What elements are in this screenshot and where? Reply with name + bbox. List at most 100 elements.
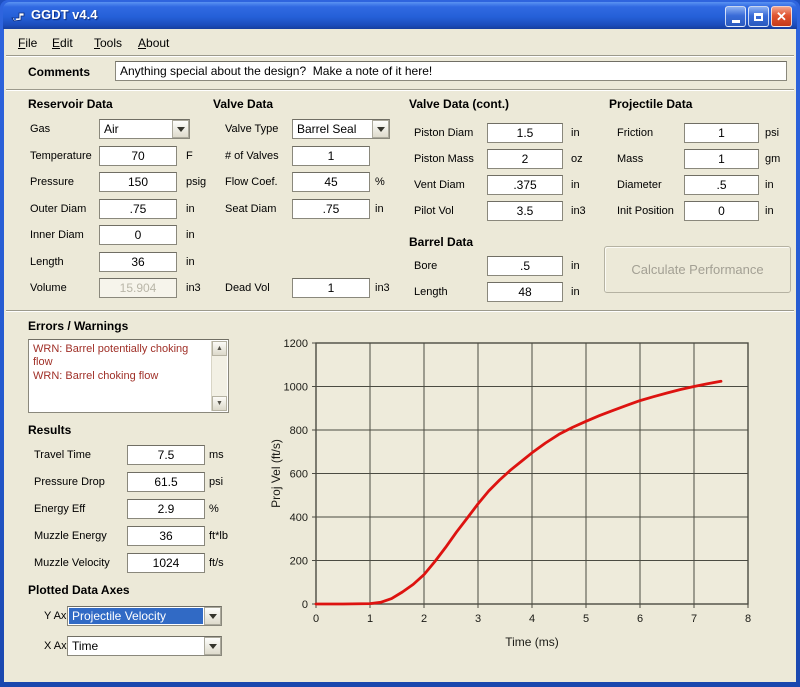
menu-item-file[interactable]: File: [14, 34, 41, 52]
valve-flow-coef-label: Flow Coef.: [225, 176, 278, 188]
reservoir-outer-diam-unit: in: [186, 203, 195, 215]
valve-dead-vol-field[interactable]: 1: [292, 278, 370, 298]
results-energy-eff-label: Energy Eff: [34, 503, 85, 515]
results-travel-time-label: Travel Time: [34, 449, 91, 461]
chart-x-tick-label: 4: [529, 613, 535, 625]
reservoir-gas-value: Air: [101, 121, 171, 137]
chart-x-tick-label: 6: [637, 613, 643, 625]
projectile-mass-field[interactable]: 1: [684, 149, 759, 169]
valve-dead-vol-label: Dead Vol: [225, 282, 270, 294]
title-bar[interactable]: GGDT v4.4 ✕: [3, 2, 797, 29]
menu-item-edit[interactable]: Edit: [48, 34, 77, 52]
results-pressure-drop-field[interactable]: 61.5: [127, 472, 205, 492]
chart-x-tick-label: 5: [583, 613, 589, 625]
reservoir-volume-field[interactable]: 15.904: [99, 278, 177, 298]
valve-seat-diam-label: Seat Diam: [225, 203, 276, 215]
valve_cont-piston-diam-unit: in: [571, 127, 580, 139]
reservoir-gas-select[interactable]: Air: [99, 119, 190, 139]
chart-x-tick-label: 1: [367, 613, 373, 625]
errors-list: WRN: Barrel potentially choking flowWRN:…: [30, 341, 211, 411]
minimize-button[interactable]: [725, 6, 746, 27]
valve_cont-vent-diam-field[interactable]: .375: [487, 175, 563, 195]
section-title-projectile: Projectile Data: [609, 97, 692, 111]
valve-valve-type-select[interactable]: Barrel Seal: [292, 119, 390, 139]
valve-of-valves-field[interactable]: 1: [292, 146, 370, 166]
reservoir-outer-diam-field[interactable]: .75: [99, 199, 177, 219]
comments-separator: [6, 89, 794, 91]
chart-x-tick-label: 0: [313, 613, 319, 625]
maximize-icon: [754, 13, 763, 21]
results-energy-eff-unit: %: [209, 503, 219, 515]
valve-flow-coef-unit: %: [375, 176, 385, 188]
reservoir-temperature-unit: F: [186, 150, 193, 162]
reservoir-temperature-field[interactable]: 70: [99, 146, 177, 166]
valve-seat-diam-field[interactable]: .75: [292, 199, 370, 219]
reservoir-outer-diam-label: Outer Diam: [30, 203, 86, 215]
projectile-diameter-unit: in: [765, 179, 774, 191]
valve_cont-pilot-vol-label: Pilot Vol: [414, 205, 454, 217]
valve_cont-piston-diam-label: Piston Diam: [414, 127, 473, 139]
reservoir-temperature-label: Temperature: [30, 150, 92, 162]
chart-y-tick-label: 1200: [284, 338, 308, 350]
close-button[interactable]: ✕: [771, 6, 792, 27]
reservoir-inner-diam-field[interactable]: 0: [99, 225, 177, 245]
valve-valve-type-value: Barrel Seal: [294, 121, 371, 137]
results-muzzle-velocity-field[interactable]: 1024: [127, 553, 205, 573]
plotted-axes-title: Plotted Data Axes: [28, 583, 130, 597]
scroll-up-icon[interactable]: ▲: [212, 341, 227, 356]
valve_cont-piston-diam-field[interactable]: 1.5: [487, 123, 563, 143]
calculate-performance-button[interactable]: Calculate Performance: [604, 246, 791, 293]
maximize-button[interactable]: [748, 6, 769, 27]
x-axis-chevron-down-icon[interactable]: [204, 637, 221, 655]
results-muzzle-velocity-label: Muzzle Velocity: [34, 557, 110, 569]
results-travel-time-field[interactable]: 7.5: [127, 445, 205, 465]
close-icon: ✕: [776, 10, 787, 23]
barrel-bore-field[interactable]: .5: [487, 256, 563, 276]
chart-x-tick-label: 7: [691, 613, 697, 625]
reservoir-pressure-field[interactable]: 150: [99, 172, 177, 192]
valve_cont-pilot-vol-field[interactable]: 3.5: [487, 201, 563, 221]
reservoir-length-field[interactable]: 36: [99, 252, 177, 272]
projectile-init-position-unit: in: [765, 205, 774, 217]
section-title-reservoir: Reservoir Data: [28, 97, 113, 111]
reservoir-pressure-unit: psig: [186, 176, 206, 188]
reservoir-inner-diam-unit: in: [186, 229, 195, 241]
minimize-icon: [732, 20, 740, 23]
scroll-down-icon[interactable]: ▼: [212, 396, 227, 411]
x-axis-select[interactable]: Time: [67, 636, 222, 656]
menu-item-tools[interactable]: Tools: [90, 34, 126, 52]
results-muzzle-energy-field[interactable]: 36: [127, 526, 205, 546]
valve-valve-type-chevron-down-icon[interactable]: [372, 120, 389, 138]
section-separator: [6, 310, 794, 312]
chart-y-tick-label: 400: [290, 512, 308, 524]
y-axis-select[interactable]: Projectile Velocity: [67, 606, 222, 626]
valve_cont-vent-diam-unit: in: [571, 179, 580, 191]
projectile-init-position-field[interactable]: 0: [684, 201, 759, 221]
errors-scrollbar[interactable]: ▲ ▼: [211, 341, 227, 411]
chart-y-tick-label: 600: [290, 469, 308, 481]
valve-of-valves-label: # of Valves: [225, 150, 279, 162]
chart-y-tick-label: 200: [290, 556, 308, 568]
chart-x-tick-label: 8: [745, 613, 751, 625]
valve-flow-coef-field[interactable]: 45: [292, 172, 370, 192]
comments-input[interactable]: Anything special about the design? Make …: [115, 61, 787, 81]
valve-dead-vol-unit: in3: [375, 282, 390, 294]
results-muzzle-energy-unit: ft*lb: [209, 530, 228, 542]
valve_cont-piston-mass-field[interactable]: 2: [487, 149, 563, 169]
menu-item-about[interactable]: About: [134, 34, 173, 52]
section-title-valve-cont: Valve Data (cont.): [409, 97, 509, 111]
chart-y-tick-label: 800: [290, 425, 308, 437]
errors-title: Errors / Warnings: [28, 319, 128, 333]
warning-message: WRN: Barrel potentially choking flow: [33, 343, 208, 369]
reservoir-gas-chevron-down-icon[interactable]: [172, 120, 189, 138]
projectile-diameter-field[interactable]: .5: [684, 175, 759, 195]
projectile-friction-field[interactable]: 1: [684, 123, 759, 143]
menu-separator: [6, 55, 794, 57]
y-axis-chevron-down-icon[interactable]: [204, 607, 221, 625]
projectile-friction-label: Friction: [617, 127, 653, 139]
results-energy-eff-field[interactable]: 2.9: [127, 499, 205, 519]
barrel-length-field[interactable]: 48: [487, 282, 563, 302]
valve_cont-piston-mass-unit: oz: [571, 153, 583, 165]
form-content: FileEditToolsAbout Comments Anything spe…: [4, 29, 796, 682]
errors-listbox[interactable]: WRN: Barrel potentially choking flowWRN:…: [28, 339, 229, 413]
